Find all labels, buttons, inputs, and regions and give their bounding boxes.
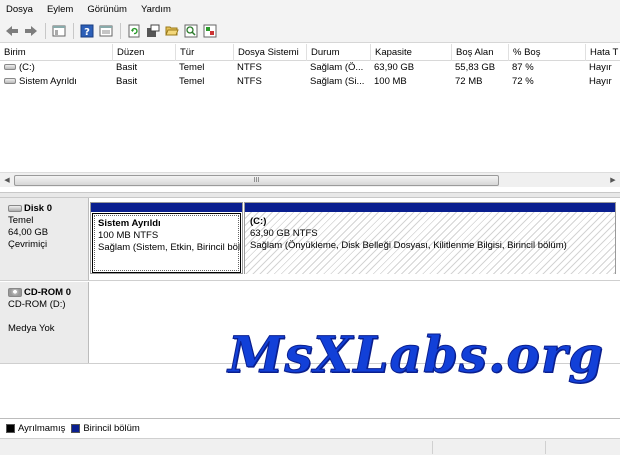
scrollbar-thumb[interactable]: III (14, 175, 499, 186)
partition-size: 100 MB NTFS (98, 230, 159, 241)
cell-birim: Sistem Ayrıldı (0, 75, 112, 89)
toolbar-separator (73, 22, 74, 39)
disk-status: Çevrimiçi (8, 239, 48, 250)
menu-bar: Dosya Eylem Görünüm Yardım (0, 0, 620, 19)
toolbar-separator (45, 22, 46, 39)
disk-info[interactable]: Disk 0 Temel 64,00 GB Çevrimiçi (0, 198, 89, 280)
cell-durum: Sağlam (Ö... (310, 62, 364, 73)
column-header-kapasite[interactable]: Kapasite (370, 44, 451, 61)
legend-swatch (71, 424, 81, 433)
cell-hata-toleransi: Hayır (589, 62, 612, 73)
svg-text:?: ? (84, 27, 90, 38)
toolbar: ? (0, 19, 620, 43)
volume-list-header: Birim Düzen Tür Dosya Sistemi Durum Kapa… (0, 44, 620, 61)
column-header-yuzde-bos[interactable]: % Boş (508, 44, 585, 61)
disk-row: Disk 0 Temel 64,00 GB Çevrimiçi Sistem A… (0, 198, 620, 281)
cell-kapasite: 63,90 GB (374, 62, 415, 73)
menu-dosya[interactable]: Dosya (6, 4, 33, 15)
properties-icon[interactable] (98, 23, 114, 39)
menu-gorunum[interactable]: Görünüm (87, 4, 127, 15)
status-segment (432, 441, 433, 454)
cell-yuzde-bos: 72 % (512, 76, 534, 87)
partition-bar (245, 203, 615, 212)
menu-yardim[interactable]: Yardım (141, 4, 171, 15)
table-row[interactable]: Sistem Ayrıldı Basit Temel NTFS Sağlam (… (0, 75, 620, 89)
horizontal-scrollbar[interactable]: ◀ III ▶ (0, 172, 620, 187)
cell-birim: (C:) (0, 61, 112, 75)
cell-dosya-sistemi: NTFS (237, 76, 262, 87)
disk-status: Medya Yok (8, 323, 55, 334)
cell-duzen: Basit (116, 62, 138, 73)
forward-icon[interactable] (23, 23, 39, 39)
column-header-dosya-sistemi[interactable]: Dosya Sistemi (233, 44, 306, 61)
legend-item-unallocated: Ayrılmamış (6, 423, 65, 434)
cell-kapasite: 100 MB (374, 76, 407, 87)
console-tree-icon[interactable] (51, 23, 67, 39)
table-row[interactable]: (C:) Basit Temel NTFS Sağlam (Ö... 63,90… (0, 61, 620, 75)
open-icon[interactable] (164, 23, 180, 39)
disk-icon (8, 204, 22, 212)
cell-tur: Temel (179, 62, 205, 73)
volume-list: Birim Düzen Tür Dosya Sistemi Durum Kapa… (0, 44, 620, 192)
column-header-tur[interactable]: Tür (175, 44, 233, 61)
status-bar (0, 438, 620, 455)
search-icon[interactable] (183, 23, 199, 39)
legend-label: Ayrılmamış (18, 423, 66, 434)
disk-title: Disk 0 (24, 203, 52, 214)
column-header-durum[interactable]: Durum (306, 44, 370, 61)
cell-duzen: Basit (116, 76, 138, 87)
cell-bos-alan: 72 MB (455, 76, 483, 87)
settings-icon[interactable] (145, 23, 161, 39)
partition-size: 63,90 GB NTFS (250, 228, 318, 239)
cell-yuzde-bos: 87 % (512, 62, 534, 73)
column-header-duzen[interactable]: Düzen (112, 44, 175, 61)
cdrom-icon (8, 287, 22, 297)
disk-size: 64,00 GB (8, 227, 49, 238)
cell-birim-text: (C:) (19, 62, 35, 73)
legend: Ayrılmamış Birincil bölüm (0, 418, 620, 438)
export-icon[interactable] (202, 23, 218, 39)
toolbar-separator (120, 22, 121, 39)
partition-body: (C:) 63,90 GB NTFS Sağlam (Önyükleme, Di… (245, 212, 615, 274)
disk-type: Temel (8, 215, 34, 226)
cell-hata-toleransi: Hayır (589, 76, 612, 87)
legend-swatch (6, 424, 15, 433)
cell-dosya-sistemi: NTFS (237, 62, 262, 73)
column-header-birim[interactable]: Birim (0, 44, 112, 61)
cell-bos-alan: 55,83 GB (455, 62, 496, 73)
disk-info[interactable]: CD-ROM 0 CD-ROM (D:) Medya Yok (0, 282, 89, 363)
column-header-hata-toleransi[interactable]: Hata T (585, 44, 620, 61)
cell-durum: Sağlam (Si... (310, 76, 365, 87)
watermark: MsXLabs.org (227, 325, 605, 385)
menu-eylem[interactable]: Eylem (47, 4, 73, 15)
partition-body: Sistem Ayrıldı 100 MB NTFS Sağlam (Siste… (92, 213, 241, 273)
partition-name: (C:) (250, 216, 267, 227)
scroll-left-icon[interactable]: ◀ (0, 173, 14, 188)
disk-type: CD-ROM (D:) (8, 299, 66, 310)
back-icon[interactable] (4, 23, 20, 39)
legend-item-primary: Birincil bölüm (71, 423, 140, 434)
column-header-bos-alan[interactable]: Boş Alan (451, 44, 508, 61)
disk-title: CD-ROM 0 (24, 287, 71, 298)
scroll-right-icon[interactable]: ▶ (606, 173, 620, 188)
status-segment (545, 441, 546, 454)
partition-name: Sistem Ayrıldı (98, 218, 161, 229)
cell-birim-text: Sistem Ayrıldı (19, 76, 77, 87)
refresh-icon[interactable] (126, 23, 142, 39)
partition-status: Sağlam (Sistem, Etkin, Birincil bölüm) (98, 242, 241, 253)
partition-c[interactable]: (C:) 63,90 GB NTFS Sağlam (Önyükleme, Di… (244, 202, 616, 274)
partition-system-reserved[interactable]: Sistem Ayrıldı 100 MB NTFS Sağlam (Siste… (90, 202, 243, 274)
partition-status: Sağlam (Önyükleme, Disk Belleği Dosyası,… (250, 240, 567, 251)
volume-icon (4, 78, 16, 85)
legend-label: Birincil bölüm (83, 423, 140, 434)
partition-bar (91, 203, 242, 212)
cell-tur: Temel (179, 76, 205, 87)
help-icon[interactable]: ? (79, 23, 95, 39)
volume-icon (4, 64, 16, 71)
